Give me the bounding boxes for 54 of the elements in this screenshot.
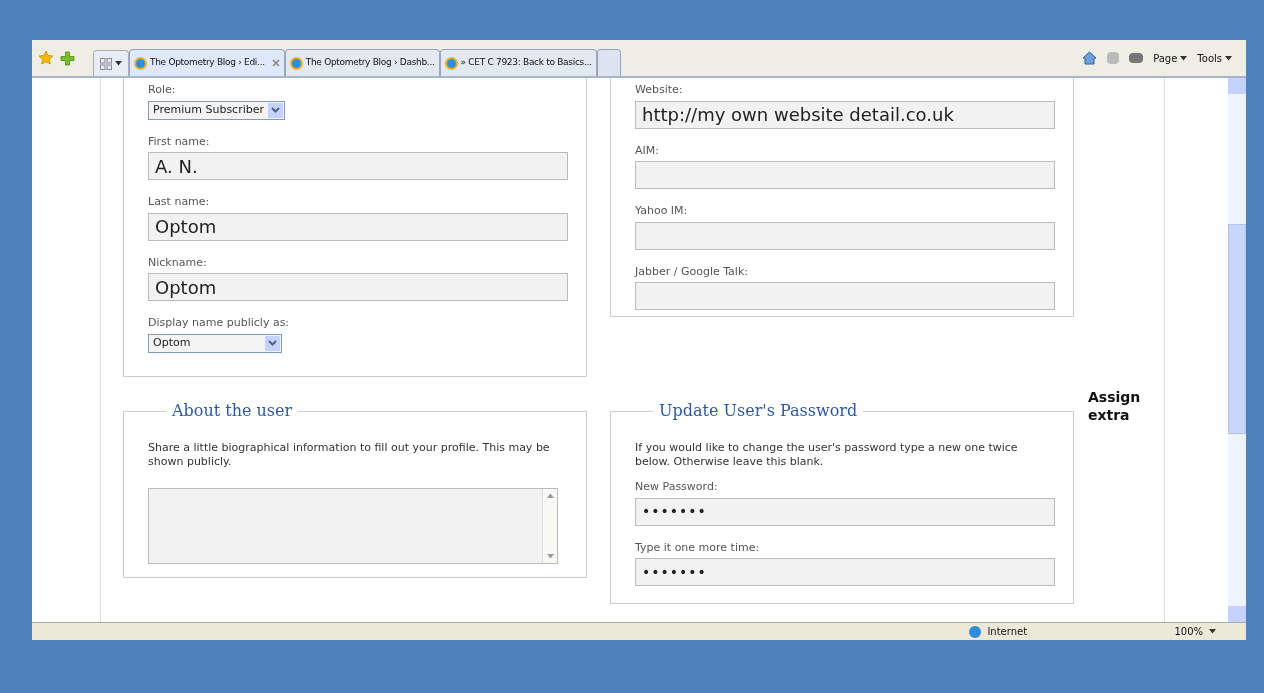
password-field[interactable]: ••••••• xyxy=(635,558,1055,586)
globe-icon xyxy=(444,56,458,70)
password-field[interactable]: ••••••• xyxy=(635,497,1055,526)
field-label: First name: xyxy=(148,133,210,150)
globe-icon xyxy=(969,625,982,638)
dropdown[interactable]: Premium Subscriber xyxy=(148,100,285,120)
field-label: Nickname: xyxy=(148,254,207,271)
field-label: Website: xyxy=(635,82,683,98)
globe-icon xyxy=(289,56,303,70)
field-label: Display name publicly as: xyxy=(148,315,290,331)
input-field[interactable]: Optom xyxy=(148,273,568,301)
add-favorite-icon[interactable] xyxy=(60,50,75,66)
field-label: AIM: xyxy=(635,142,659,159)
description: If you would like to change the user's password type a new one twice below. Otherwise leave this blank. xyxy=(635,441,1019,469)
caret-icon xyxy=(265,335,280,351)
input-field[interactable]: Optom xyxy=(148,212,568,241)
zone-label: Internet xyxy=(987,625,1028,639)
globe-icon xyxy=(134,56,147,70)
caret-icon xyxy=(1209,629,1216,634)
toolbar-menu[interactable]: Page xyxy=(1153,50,1188,66)
input-field[interactable] xyxy=(635,282,1055,310)
input-field[interactable] xyxy=(635,221,1055,250)
input-field[interactable] xyxy=(635,161,1055,189)
field-label: Yahoo IM: xyxy=(635,203,688,219)
browser-tab[interactable]: The Optometry Blog › Edi... xyxy=(129,49,285,76)
new-tab-button[interactable] xyxy=(596,49,621,76)
browser-tab[interactable]: The Optometry Blog › Dashb... xyxy=(284,49,440,76)
home-icon[interactable] xyxy=(1082,51,1098,65)
input-field[interactable]: http://my own website detail.co.uk xyxy=(635,100,1055,129)
caret-icon xyxy=(1180,55,1188,61)
field-label: Type it one more time: xyxy=(635,539,760,556)
section-title: Update User's Password xyxy=(659,401,858,420)
input-field[interactable]: A. N. xyxy=(148,152,568,180)
field-label: Role: xyxy=(148,82,176,98)
grid-icon xyxy=(100,57,112,70)
browser-tab[interactable]: » CET C 7923: Back to Basics... xyxy=(439,49,597,76)
description: Share a little biographical information to fill out your profile. This may be shown publicly. xyxy=(148,441,551,469)
caret-icon xyxy=(268,102,283,118)
field-label: Jabber / Google Talk: xyxy=(635,263,748,280)
star-icon[interactable] xyxy=(38,50,54,66)
toolbar-menu[interactable]: Tools xyxy=(1197,50,1232,66)
tab-list-button[interactable] xyxy=(93,50,129,76)
caret-icon xyxy=(115,61,122,66)
section-title: About the user xyxy=(172,401,293,420)
bio-textarea[interactable] xyxy=(148,488,558,564)
caret-up-icon xyxy=(546,493,554,498)
caret-icon xyxy=(546,554,554,559)
caret-icon xyxy=(1225,55,1232,61)
side-heading: Assign extra xyxy=(1088,388,1138,424)
dropdown[interactable]: Optom xyxy=(148,333,282,353)
field-label: New Password: xyxy=(635,479,718,495)
field-label: Last name: xyxy=(148,194,210,210)
close-icon[interactable] xyxy=(271,59,280,67)
zoom-level[interactable]: 100% xyxy=(1174,624,1216,639)
